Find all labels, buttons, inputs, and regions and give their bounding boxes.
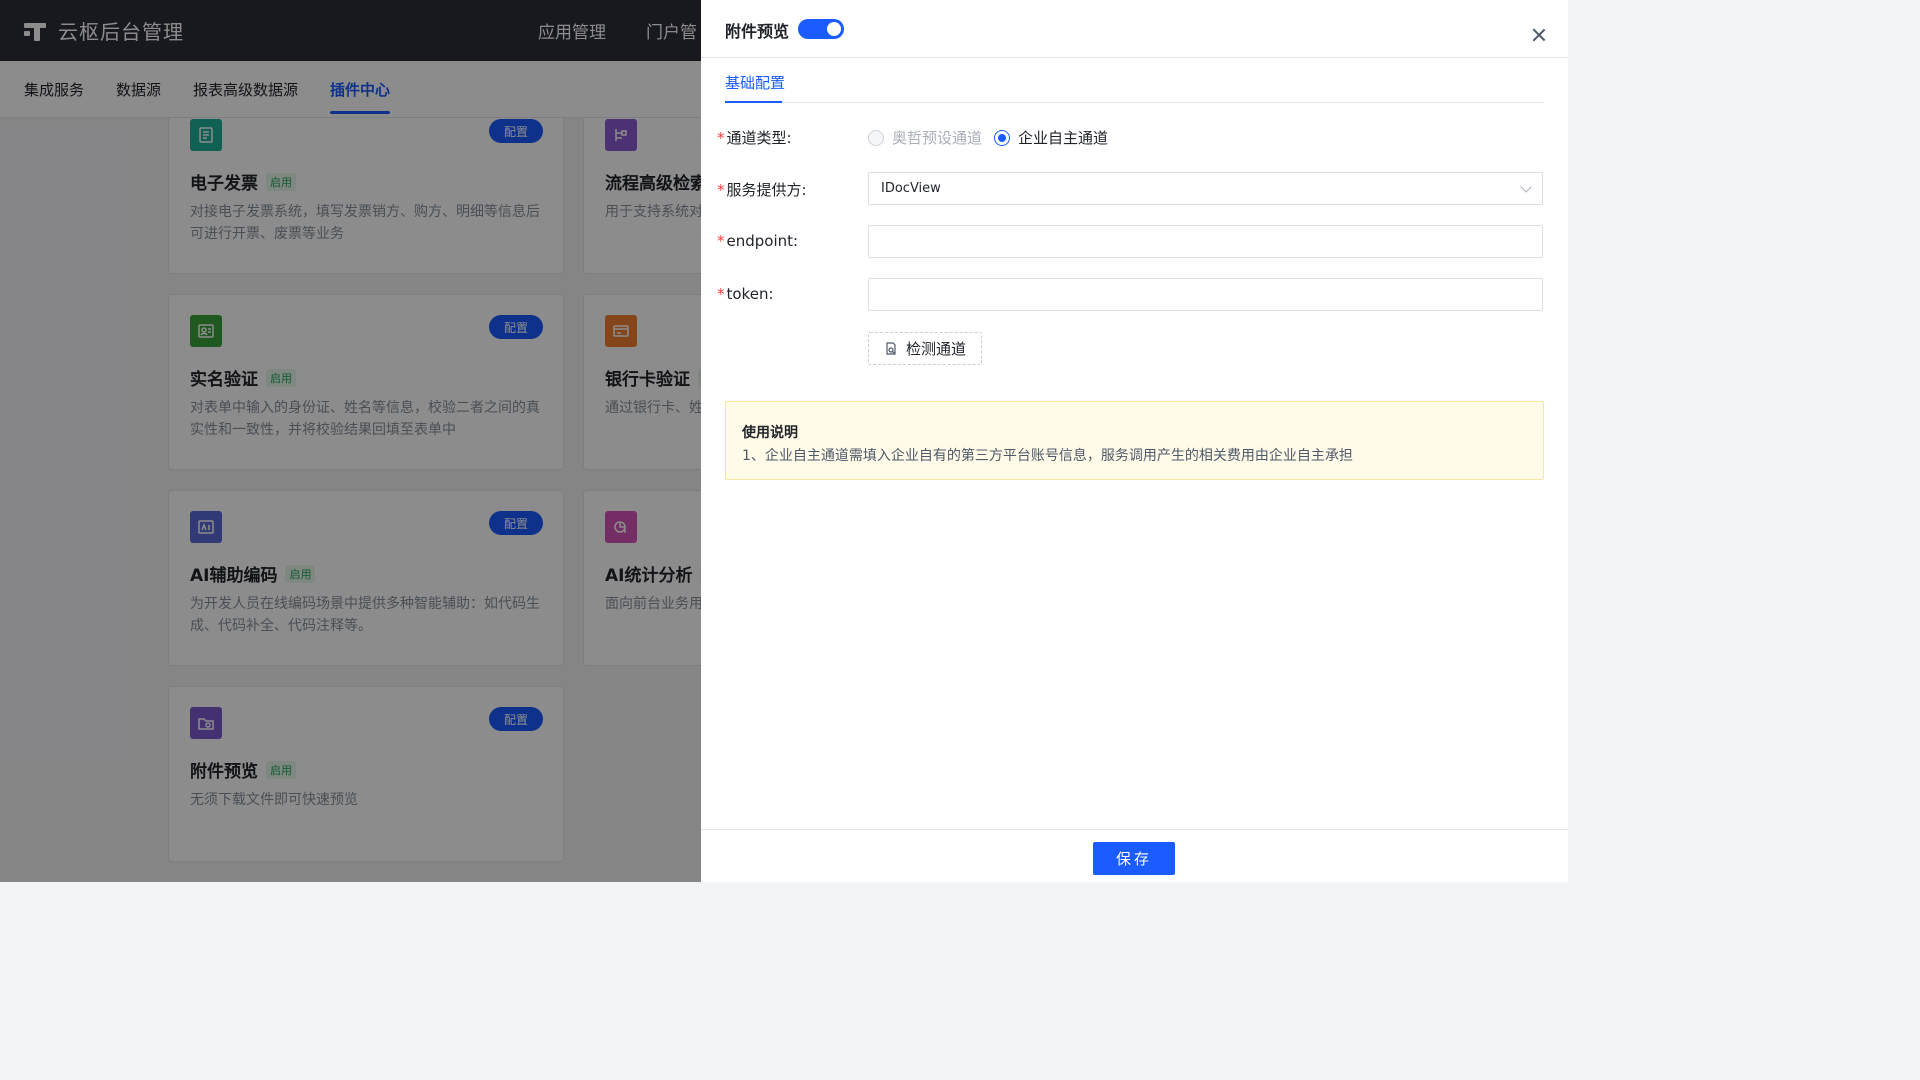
provider-row: * 服务提供方: IDocView	[717, 172, 1543, 205]
chevron-down-icon	[1520, 181, 1532, 193]
drawer-tabs: 基础配置	[725, 58, 1544, 103]
save-button[interactable]: 保存	[1093, 842, 1175, 875]
radio-preset-channel[interactable]: 奥哲预设通道	[868, 127, 982, 148]
notice-body: 1、企业自主通道需填入企业自有的第三方平台账号信息，服务调用产生的相关费用由企业…	[742, 448, 1353, 464]
check-channel-label: 检测通道	[905, 340, 966, 358]
provider-select[interactable]: IDocView	[868, 172, 1543, 205]
endpoint-label: * endpoint:	[717, 232, 799, 250]
endpoint-input[interactable]	[868, 225, 1543, 258]
usage-notice: 使用说明 1、企业自主通道需填入企业自有的第三方平台账号信息，服务调用产生的相关…	[725, 401, 1544, 480]
config-drawer: 附件预览 基础配置 * 通道类型: 奥哲预设通道 企业自主通道 * 服务提供方: I…	[701, 0, 1568, 882]
channel-type-row: * 通道类型: 奥哲预设通道 企业自主通道	[717, 127, 1543, 147]
drawer-footer: 保存	[701, 829, 1568, 882]
close-icon[interactable]	[1531, 27, 1547, 43]
document-search-icon	[886, 341, 896, 355]
token-input[interactable]	[868, 278, 1543, 311]
check-channel-button[interactable]: 检测通道	[868, 332, 982, 365]
tab-basic-config[interactable]: 基础配置	[725, 72, 785, 93]
notice-title: 使用说明	[742, 425, 798, 441]
radio-enterprise-channel[interactable]: 企业自主通道	[994, 127, 1108, 148]
drawer-title: 附件预览	[725, 22, 790, 41]
radio-label: 奥哲预设通道	[892, 129, 983, 147]
radio-label: 企业自主通道	[1018, 129, 1109, 147]
enable-toggle[interactable]	[798, 19, 844, 39]
provider-label: * 服务提供方:	[717, 181, 807, 199]
provider-value: IDocView	[881, 181, 941, 196]
endpoint-row: * endpoint:	[717, 225, 1543, 258]
token-row: * token:	[717, 278, 1543, 311]
token-label: * token:	[717, 285, 774, 303]
drawer-header: 附件预览	[701, 0, 1568, 58]
channel-type-label: * 通道类型:	[717, 129, 792, 147]
